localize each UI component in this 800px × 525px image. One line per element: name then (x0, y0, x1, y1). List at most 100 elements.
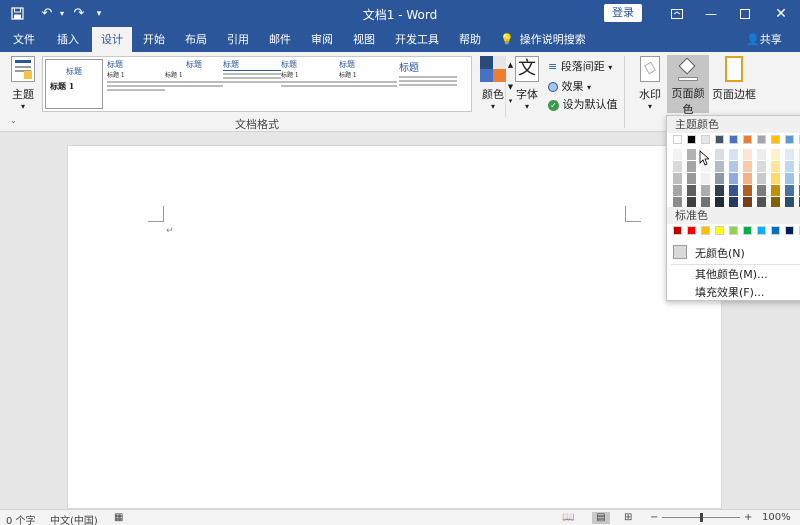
standard-color-swatch[interactable] (715, 226, 724, 235)
theme-color-shade-swatch[interactable] (771, 173, 780, 184)
theme-color-shade-swatch[interactable] (715, 185, 724, 196)
tell-me-search[interactable]: 💡 操作说明搜索 (500, 27, 586, 52)
standard-color-swatch[interactable] (785, 226, 794, 235)
theme-color-swatch[interactable] (715, 135, 724, 144)
theme-color-shade-swatch[interactable] (743, 173, 752, 184)
effects-button[interactable]: 效果 ▾ (548, 78, 591, 94)
theme-color-shade-swatch[interactable] (729, 173, 738, 184)
more-colors-option[interactable]: 其他颜色(M)... (667, 266, 800, 282)
theme-color-shade-swatch[interactable] (757, 185, 766, 196)
theme-color-shade-swatch[interactable] (673, 185, 682, 196)
theme-color-swatch[interactable] (673, 135, 682, 144)
theme-color-shade-swatch[interactable] (757, 161, 766, 172)
theme-color-shade-swatch[interactable] (785, 173, 794, 184)
zoom-in-icon[interactable]: + (744, 512, 752, 523)
theme-color-shade-swatch[interactable] (715, 161, 724, 172)
fonts-button[interactable]: 文 字体 ▾ (512, 56, 542, 114)
tab-insert[interactable]: 插入 (48, 27, 88, 52)
no-color-option[interactable]: 无颜色(N) (667, 242, 800, 262)
theme-color-shade-swatch[interactable] (743, 185, 752, 196)
theme-color-shade-swatch[interactable] (687, 185, 696, 196)
standard-color-swatch[interactable] (687, 226, 696, 235)
theme-color-shade-swatch[interactable] (687, 149, 696, 160)
tab-developer[interactable]: 开发工具 (388, 27, 446, 52)
theme-color-shade-swatch[interactable] (701, 185, 710, 196)
undo-icon[interactable]: ↶ (36, 0, 58, 27)
fill-effects-option[interactable]: 填充效果(F)... (667, 284, 800, 300)
style-set-7[interactable]: 标题 (399, 59, 457, 109)
tab-review[interactable]: 审阅 (302, 27, 342, 52)
ribbon-display-options-icon[interactable] (660, 0, 694, 27)
theme-color-shade-swatch[interactable] (687, 161, 696, 172)
zoom-out-icon[interactable]: − (650, 512, 658, 523)
tab-help[interactable]: 帮助 (450, 27, 490, 52)
theme-color-shade-swatch[interactable] (785, 185, 794, 196)
document-page[interactable]: ↵ (67, 145, 722, 509)
standard-color-swatch[interactable] (673, 226, 682, 235)
theme-color-shade-swatch[interactable] (757, 149, 766, 160)
login-button[interactable]: 登录 (604, 4, 642, 22)
word-count[interactable]: 0 个字 (6, 512, 36, 525)
save-icon[interactable] (6, 0, 28, 27)
standard-color-swatch[interactable] (743, 226, 752, 235)
style-set-3[interactable]: 标题 标题 1 (165, 59, 223, 109)
theme-color-shade-swatch[interactable] (673, 161, 682, 172)
undo-dropdown-icon[interactable]: ▾ (56, 0, 68, 27)
theme-color-shade-swatch[interactable] (687, 173, 696, 184)
ribbon-collapse-icon[interactable]: ⌄ (10, 116, 17, 125)
theme-color-shade-swatch[interactable] (715, 173, 724, 184)
standard-color-swatch[interactable] (757, 226, 766, 235)
watermark-button[interactable]: 水印 ▾ (636, 56, 664, 114)
style-set-4[interactable]: 标题 (223, 59, 281, 109)
customize-quick-access-icon[interactable]: ▾ (92, 0, 106, 27)
theme-color-shade-swatch[interactable] (729, 149, 738, 160)
style-set-6[interactable]: 标题 标题 1 (339, 59, 397, 109)
redo-icon[interactable]: ↷ (68, 0, 90, 27)
theme-color-shade-swatch[interactable] (715, 149, 724, 160)
theme-color-shade-swatch[interactable] (743, 161, 752, 172)
style-set-default[interactable]: 标题 标题 1 (45, 59, 103, 109)
theme-color-shade-swatch[interactable] (771, 161, 780, 172)
style-set-2[interactable]: 标题 标题 1 (107, 59, 165, 109)
theme-color-shade-swatch[interactable] (785, 161, 794, 172)
theme-color-shade-swatch[interactable] (673, 173, 682, 184)
minimize-icon[interactable]: — (694, 0, 728, 27)
web-layout-icon[interactable]: ⊞ (624, 512, 632, 523)
standard-color-swatch[interactable] (729, 226, 738, 235)
tab-view[interactable]: 视图 (344, 27, 384, 52)
theme-color-swatch[interactable] (687, 135, 696, 144)
theme-color-shade-swatch[interactable] (771, 149, 780, 160)
tab-layout[interactable]: 布局 (176, 27, 216, 52)
read-mode-icon[interactable]: 📖 (562, 512, 574, 523)
theme-color-swatch[interactable] (701, 135, 710, 144)
theme-color-swatch[interactable] (771, 135, 780, 144)
page-borders-button[interactable]: 页面边框 (712, 56, 756, 114)
standard-color-swatch[interactable] (701, 226, 710, 235)
maximize-icon[interactable] (728, 0, 762, 27)
theme-color-shade-swatch[interactable] (729, 161, 738, 172)
theme-color-shade-swatch[interactable] (785, 149, 794, 160)
colors-button[interactable]: 颜色 ▾ (478, 56, 508, 114)
share-button[interactable]: 👤共享 (746, 27, 782, 52)
theme-color-swatch[interactable] (757, 135, 766, 144)
print-layout-icon[interactable]: ▤ (592, 512, 610, 524)
tab-references[interactable]: 引用 (218, 27, 258, 52)
theme-color-swatch[interactable] (743, 135, 752, 144)
tab-file[interactable]: 文件 (4, 27, 44, 52)
language-indicator[interactable]: 中文(中国) (50, 512, 98, 525)
theme-color-shade-swatch[interactable] (673, 149, 682, 160)
paragraph-spacing-button[interactable]: ≡ 段落间距 ▾ (548, 58, 612, 74)
style-set-5[interactable]: 标题 标题 1 (281, 59, 339, 109)
theme-color-swatch[interactable] (729, 135, 738, 144)
standard-color-swatch[interactable] (771, 226, 780, 235)
theme-color-shade-swatch[interactable] (743, 149, 752, 160)
tab-design[interactable]: 设计 (92, 27, 132, 52)
theme-color-shade-swatch[interactable] (729, 185, 738, 196)
theme-color-swatch[interactable] (785, 135, 794, 144)
accessibility-icon[interactable]: ▦ (114, 512, 123, 523)
set-as-default-button[interactable]: ✓ 设为默认值 (548, 96, 618, 112)
tab-mailings[interactable]: 邮件 (260, 27, 300, 52)
zoom-level[interactable]: 100% (762, 512, 791, 523)
theme-color-shade-swatch[interactable] (701, 173, 710, 184)
theme-color-shade-swatch[interactable] (771, 185, 780, 196)
